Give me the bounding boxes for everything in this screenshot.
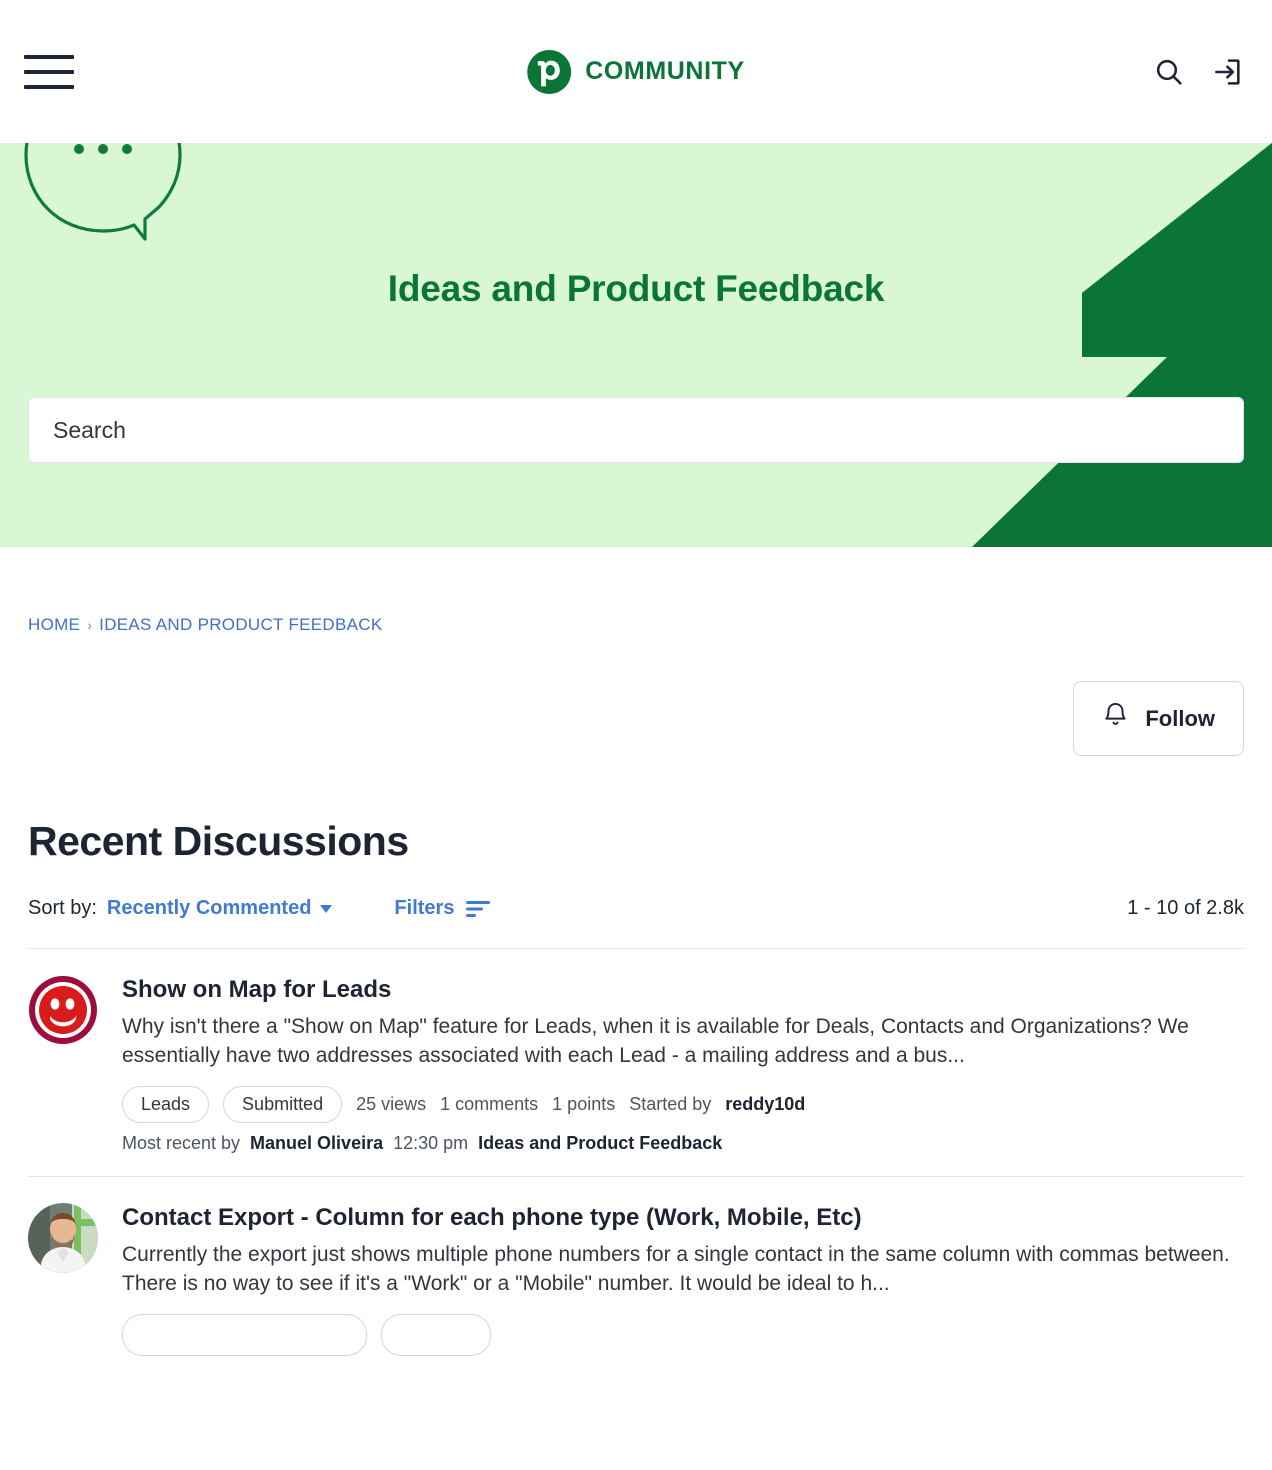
hero-title: Ideas and Product Feedback (387, 268, 885, 309)
follow-button-label: Follow (1145, 705, 1215, 731)
started-by-label: Started by (629, 1094, 712, 1115)
most-recent-time: 12:30 pm (393, 1133, 469, 1154)
hamburger-menu-icon[interactable] (24, 53, 74, 91)
list-toolbar: Sort by: Recently Commented Filters 1 - … (28, 865, 1244, 948)
speech-bubble-icon (24, 143, 182, 241)
sign-in-icon[interactable] (1208, 53, 1246, 91)
follow-button[interactable]: Follow (1073, 681, 1244, 756)
tag-pill[interactable]: Leads (122, 1086, 210, 1124)
started-by-author[interactable]: reddy10d (725, 1094, 805, 1115)
discussion-excerpt: Why isn't there a "Show on Map" feature … (122, 1015, 1189, 1067)
breadcrumb-item-ideas-and-product-feedback[interactable]: IDEAS AND PRODUCT FEEDBACK (99, 615, 382, 635)
most-recent-label: Most recent by (122, 1133, 241, 1154)
breadcrumb: HOME › IDEAS AND PRODUCT FEEDBACK (28, 547, 1244, 635)
discussion-recent-activity: Most recent by Manuel Oliveira 12:30 pm … (122, 1133, 1244, 1154)
point-count: 1 points (552, 1094, 616, 1115)
discussion-meta (122, 1314, 1244, 1357)
view-count: 25 views (356, 1094, 427, 1115)
hero-decorative-shape (972, 143, 1272, 547)
bell-icon (1102, 701, 1129, 736)
top-header-bar: COMMUNITY (0, 0, 1272, 143)
status-badge[interactable] (381, 1314, 491, 1357)
hamburger-line (24, 69, 74, 74)
sort-by-dropdown[interactable]: Recently Commented (107, 897, 333, 920)
chevron-down-icon (320, 904, 333, 913)
discussion-excerpt: Currently the export just shows multiple… (122, 1243, 1230, 1295)
search-icon[interactable] (1150, 53, 1188, 91)
red-smiley-avatar-icon (29, 976, 97, 1044)
follow-row: Follow (28, 635, 1244, 756)
page-content: HOME › IDEAS AND PRODUCT FEEDBACK Follow… (0, 547, 1272, 1388)
list-item[interactable]: Show on Map for Leads Why isn't there a … (28, 949, 1244, 1178)
list-item-body: Contact Export - Column for each phone t… (122, 1203, 1244, 1366)
most-recent-author[interactable]: Manuel Oliveira (250, 1133, 383, 1154)
breadcrumb-item-home[interactable]: HOME (28, 615, 80, 635)
pagination-count: 1 - 10 of 2.8k (1127, 897, 1244, 919)
breadcrumb-separator-icon: › (87, 617, 93, 633)
photo-avatar-icon (28, 1203, 98, 1274)
hero-search-input[interactable] (53, 416, 1219, 444)
hero-banner: Ideas and Product Feedback (0, 143, 1272, 547)
filters-label: Filters (394, 897, 455, 919)
discussion-title[interactable]: Show on Map for Leads (122, 975, 1244, 1005)
discussion-title[interactable]: Contact Export - Column for each phone t… (122, 1203, 1244, 1233)
list-item-body: Show on Map for Leads Why isn't there a … (122, 975, 1244, 1154)
comment-count: 1 comments (440, 1094, 539, 1115)
status-badge[interactable]: Submitted (223, 1086, 343, 1124)
avatar[interactable] (28, 1203, 98, 1274)
discussion-list: Show on Map for Leads Why isn't there a … (28, 948, 1244, 1388)
header-actions (1150, 53, 1246, 91)
list-item[interactable]: Contact Export - Column for each phone t… (28, 1177, 1244, 1388)
filter-lines-icon (466, 900, 491, 917)
discussion-category[interactable]: Ideas and Product Feedback (478, 1133, 722, 1154)
page-title: Recent Discussions (28, 818, 409, 864)
hero-search-box[interactable] (28, 397, 1244, 463)
hamburger-line (24, 84, 74, 89)
pipedrive-logo-icon (527, 49, 572, 94)
filters-button[interactable]: Filters (394, 897, 491, 920)
sort-by-value: Recently Commented (106, 897, 312, 919)
discussion-meta: Leads Submitted 25 views 1 comments 1 po… (122, 1086, 1244, 1124)
hamburger-line (24, 54, 74, 59)
brand-logo[interactable]: COMMUNITY (527, 49, 745, 94)
tag-pill[interactable] (122, 1314, 367, 1357)
brand-name-text: COMMUNITY (585, 57, 745, 85)
avatar[interactable] (28, 975, 98, 1045)
sort-by-label: Sort by: (28, 897, 97, 919)
